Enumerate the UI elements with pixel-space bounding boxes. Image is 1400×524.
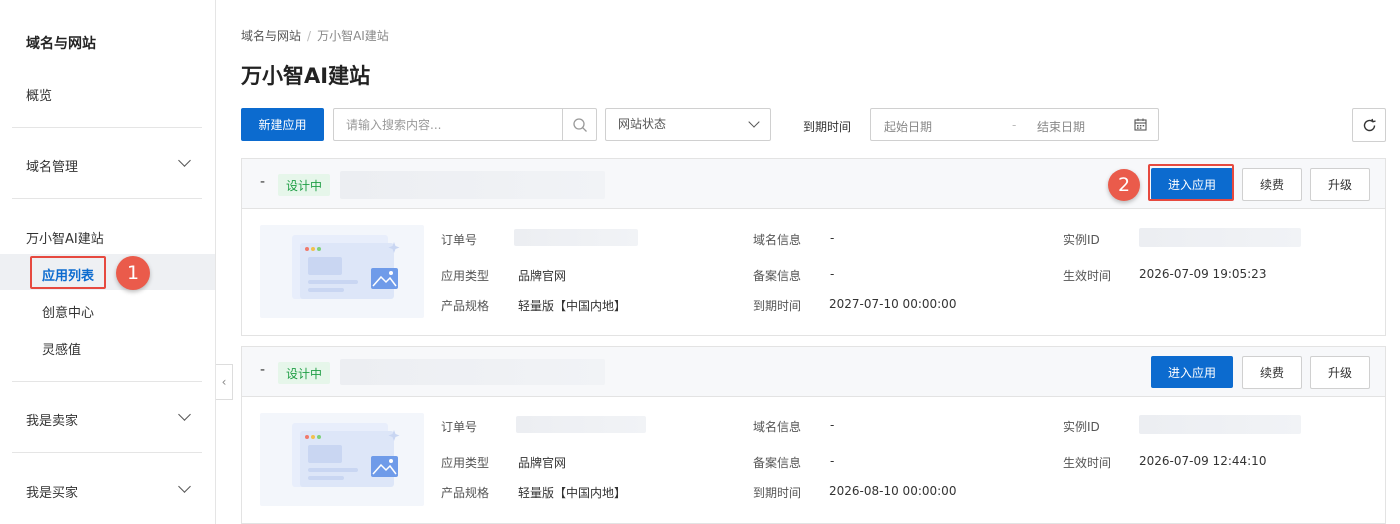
website-illustration-icon [292,423,400,487]
instance-id-label: 实例ID [1063,420,1100,434]
status-badge: 设计中 [278,362,330,384]
annotation-badge: 2 [1108,169,1140,201]
icp-label: 备案信息 [753,269,802,283]
date-range-separator: - [1012,118,1017,132]
sidebar-item-creative-center[interactable]: 创意中心 [42,302,94,321]
app-type-value: 品牌官网 [518,456,567,470]
chevron-left-icon: ‹ [221,375,227,389]
sidebar-item-seller[interactable]: 我是卖家 [26,410,78,429]
app-name-redacted [340,359,605,385]
spec-value: 轻量版【中国内地】 [518,486,627,500]
sidebar-item-buyer[interactable]: 我是买家 [26,482,78,501]
annotation-highlight-box [30,256,106,289]
breadcrumb: 域名与网站 / 万小智AI建站 [241,27,389,44]
order-number-redacted [514,229,638,246]
renew-button[interactable]: 续费 [1242,356,1302,389]
search-box [333,108,597,141]
spec-value: 轻量版【中国内地】 [518,299,627,313]
icp-value: - [830,454,835,468]
instance-id-redacted [1139,228,1301,247]
search-button[interactable] [562,109,596,140]
annotation-highlight-box [1148,164,1234,201]
effective-time-label: 生效时间 [1063,456,1112,470]
app-name-redacted [340,171,605,199]
end-date-input[interactable]: 结束日期 [1037,118,1085,135]
instance-id-label: 实例ID [1063,233,1100,247]
enter-app-button[interactable]: 进入应用 [1151,356,1233,388]
instance-id-redacted [1139,415,1301,434]
status-select[interactable]: 网站状态 [605,108,771,141]
app-thumbnail [260,225,424,318]
spec-label: 产品规格 [441,486,490,500]
refresh-button[interactable] [1352,108,1386,142]
domain-label: 域名信息 [753,233,802,247]
order-number-redacted [516,416,646,433]
page-title: 万小智AI建站 [241,64,371,88]
app-type-label: 应用类型 [441,456,490,470]
app-card: - 设计中 进入应用 续费 升级 订单号 应用类型 品牌官网 产品规格 轻量版【… [241,346,1386,524]
app-card-header: - 设计中 进入应用 续费 升级 [242,347,1385,397]
divider [12,452,202,453]
divider [12,381,202,382]
sidebar-group-ai-site: 万小智AI建站 [26,232,104,247]
refresh-icon [1363,118,1376,131]
collapse-toggle[interactable]: - [260,362,265,378]
domain-value: - [830,231,835,245]
status-badge: 设计中 [278,174,330,196]
domain-label: 域名信息 [753,420,802,434]
icp-label: 备案信息 [753,456,802,470]
divider [12,127,202,128]
effective-time-label: 生效时间 [1063,269,1112,283]
annotation-badge: 1 [116,256,150,290]
search-input[interactable] [334,109,562,140]
breadcrumb-current: 万小智AI建站 [317,29,389,43]
app-type-value: 品牌官网 [518,269,567,283]
breadcrumb-root[interactable]: 域名与网站 [241,29,301,43]
order-label: 订单号 [441,233,478,247]
sidebar-item-overview[interactable]: 概览 [26,85,52,104]
divider [12,198,202,199]
spec-label: 产品规格 [441,299,490,313]
expire-filter-label: 到期时间 [803,120,852,134]
sidebar-collapse-button[interactable]: ‹ [216,364,233,400]
expire-label: 到期时间 [753,299,802,313]
breadcrumb-separator: / [307,29,312,43]
expire-value: 2027-07-10 00:00:00 [829,297,957,311]
renew-button[interactable]: 续费 [1242,168,1302,201]
sidebar-item-domain-management[interactable]: 域名管理 [26,156,78,175]
upgrade-button[interactable]: 升级 [1310,168,1370,201]
expire-value: 2026-08-10 00:00:00 [829,484,957,498]
order-label: 订单号 [441,420,478,434]
start-date-input[interactable]: 起始日期 [884,118,932,135]
search-icon [572,117,587,132]
effective-time-value: 2026-07-09 12:44:10 [1139,454,1267,468]
icp-value: - [830,267,835,281]
app-thumbnail [260,413,424,506]
upgrade-button[interactable]: 升级 [1310,356,1370,389]
domain-value: - [830,418,835,432]
chevron-down-icon[interactable] [178,154,191,167]
collapse-toggle[interactable]: - [260,174,265,190]
status-select-value: 网站状态 [618,117,667,131]
website-illustration-icon [292,235,400,299]
sidebar-title: 域名与网站 [26,36,96,52]
calendar-icon [1134,118,1147,131]
chevron-down-icon[interactable] [178,408,191,421]
new-app-button[interactable]: 新建应用 [241,108,324,141]
expire-label: 到期时间 [753,486,802,500]
chevron-down-icon[interactable] [178,480,191,493]
effective-time-value: 2026-07-09 19:05:23 [1139,267,1267,281]
app-type-label: 应用类型 [441,269,490,283]
chevron-down-icon [748,116,760,128]
sidebar-item-inspiration[interactable]: 灵感值 [42,339,81,358]
date-range-picker[interactable]: 起始日期 - 结束日期 [870,108,1159,141]
